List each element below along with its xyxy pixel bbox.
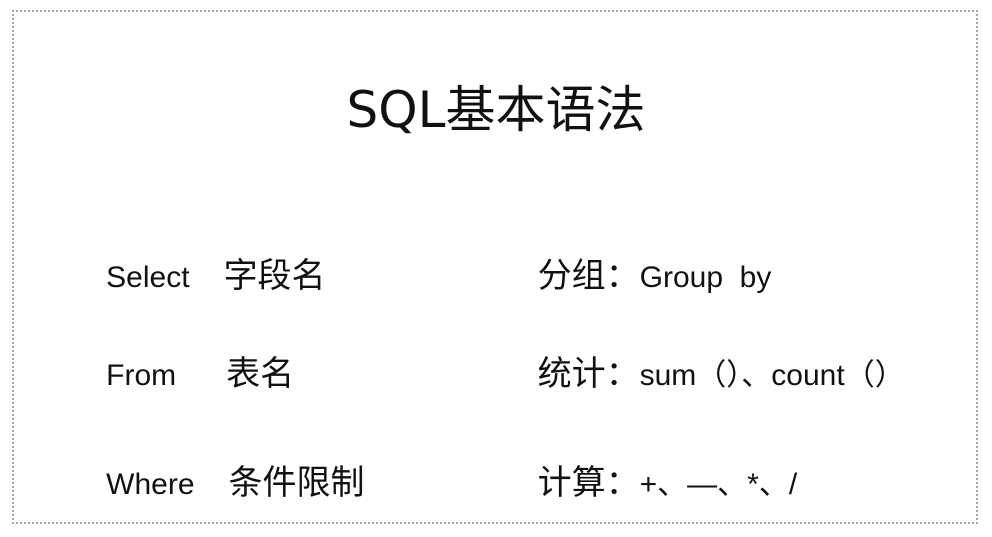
group-label: 分组： bbox=[537, 256, 640, 296]
select-keyword: Select bbox=[106, 261, 190, 294]
from-keyword: From bbox=[106, 359, 177, 392]
slide-title: SQL基本语法 bbox=[346, 81, 646, 139]
aggregate-row: 统计：sum（）、count（） bbox=[516, 308, 905, 398]
where-row: Where 条件限制 bbox=[96, 417, 365, 511]
aggregate-value: sum（）、count（） bbox=[639, 359, 905, 392]
where-keyword: Where bbox=[106, 468, 195, 501]
where-desc: 条件限制 bbox=[228, 463, 365, 503]
select-row: Select 字段名 bbox=[96, 210, 326, 304]
calculate-label: 计算： bbox=[537, 463, 640, 503]
select-desc: 字段名 bbox=[223, 256, 326, 296]
from-row: From 表名 bbox=[96, 308, 294, 402]
group-row: 分组：Group by bbox=[516, 210, 772, 300]
calculate-row: 计算：+、—、*、/ bbox=[516, 417, 798, 507]
calculate-value: +、—、*、/ bbox=[639, 468, 798, 501]
group-value: Group by bbox=[639, 261, 772, 294]
from-desc: 表名 bbox=[226, 354, 295, 394]
aggregate-label: 统计： bbox=[537, 354, 640, 394]
